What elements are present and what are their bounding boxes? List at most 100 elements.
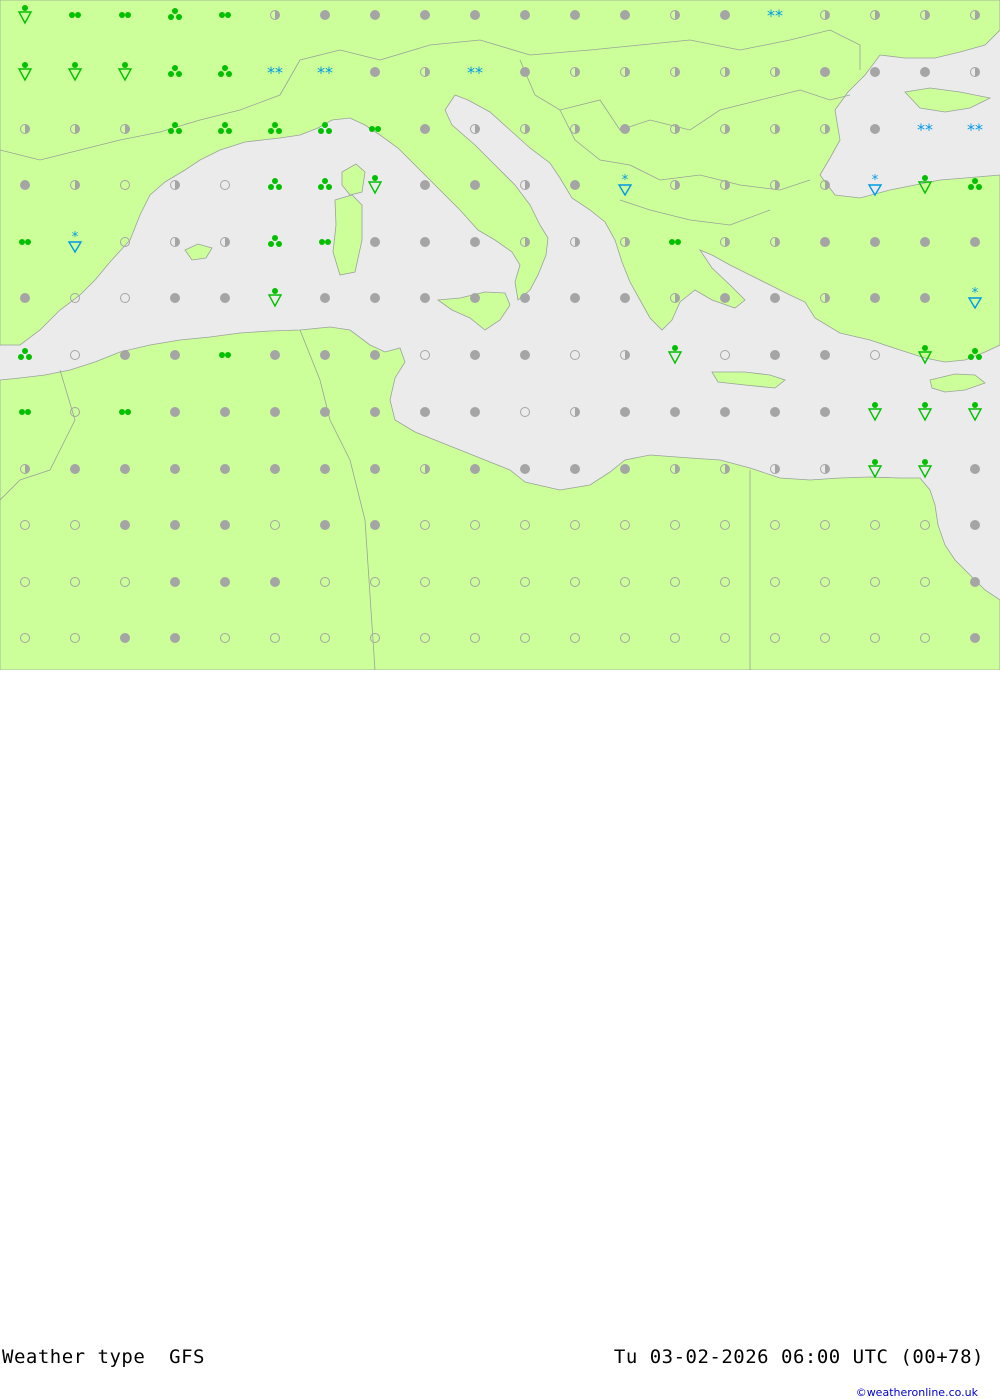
weather-symbol-cloudy (170, 633, 180, 643)
weather-symbol-cloudy (420, 10, 430, 20)
weather-symbol-cloudy (570, 10, 580, 20)
weather-symbol-cloudy (970, 633, 980, 643)
weather-symbol-cloudy (470, 293, 480, 303)
weather-symbol-cloudy (820, 407, 830, 417)
weather-symbol-cloudy (320, 293, 330, 303)
weather-symbol-cloudy (770, 350, 780, 360)
weather-symbol-cloudy (70, 464, 80, 474)
weather-symbol-cloudy (370, 407, 380, 417)
weather-symbol-cloudy (170, 293, 180, 303)
weather-symbol-cloudy (820, 350, 830, 360)
weather-symbol-cloudy (970, 520, 980, 530)
weather-symbol-cloudy (970, 464, 980, 474)
weather-symbol-cloudy (870, 237, 880, 247)
weather-symbol-snow: ** (467, 63, 483, 82)
weather-symbol-cloudy (170, 350, 180, 360)
weather-symbol-cloudy (520, 67, 530, 77)
weather-symbol-cloudy (370, 237, 380, 247)
svg-text:*: * (622, 173, 629, 188)
weather-symbol-cloudy (920, 67, 930, 77)
weather-symbol-cloudy (220, 407, 230, 417)
weather-symbol-cloudy (370, 350, 380, 360)
weather-symbol-cloudy (770, 407, 780, 417)
weather-symbol-snow: ** (267, 63, 283, 82)
weather-symbol-cloudy (970, 577, 980, 587)
weather-symbol-cloudy (520, 464, 530, 474)
weather-symbol-cloudy (570, 293, 580, 303)
weather-symbol-cloudy (120, 633, 130, 643)
svg-text:*: * (872, 173, 879, 188)
weather-symbol-snow: ** (967, 120, 983, 139)
weather-symbol-cloudy (270, 407, 280, 417)
weather-symbol-cloudy (470, 10, 480, 20)
weather-symbol-cloudy (420, 293, 430, 303)
weather-symbol-cloudy (220, 577, 230, 587)
weather-symbol-cloudy (20, 180, 30, 190)
weather-symbol-cloudy (170, 520, 180, 530)
svg-text:*: * (972, 286, 979, 301)
svg-text:**: ** (467, 63, 483, 82)
weather-symbol-cloudy (720, 293, 730, 303)
weather-symbol-cloudy (170, 577, 180, 587)
weather-symbol-cloudy (370, 293, 380, 303)
weather-symbol-cloudy (420, 407, 430, 417)
weather-symbol-cloudy (620, 10, 630, 20)
weather-symbol-cloudy (520, 350, 530, 360)
svg-text:**: ** (267, 63, 283, 82)
weather-symbol-cloudy (920, 237, 930, 247)
weather-symbol-cloudy (820, 67, 830, 77)
weather-symbol-cloudy (470, 237, 480, 247)
valid-time: Tu 03-02-2026 06:00 UTC (00+78) (613, 1346, 984, 1368)
svg-text:**: ** (967, 120, 983, 139)
svg-text:**: ** (317, 63, 333, 82)
weather-symbol-cloudy (820, 237, 830, 247)
weather-symbol-cloudy (620, 407, 630, 417)
weather-symbol-cloudy (370, 10, 380, 20)
weather-symbol-cloudy (420, 237, 430, 247)
weather-symbol-cloudy (520, 293, 530, 303)
weather-symbol-cloudy (570, 464, 580, 474)
weather-symbol-cloudy (220, 293, 230, 303)
svg-text:**: ** (917, 120, 933, 139)
weather-symbol-cloudy (870, 124, 880, 134)
weather-symbol-cloudy (120, 520, 130, 530)
weather-symbol-cloudy (320, 350, 330, 360)
map-footer: Weather type GFS Tu 03-02-2026 06:00 UTC… (0, 670, 1000, 1399)
weather-symbol-cloudy (120, 464, 130, 474)
svg-text:*: * (72, 230, 79, 245)
weather-symbol-cloudy (470, 407, 480, 417)
weather-symbol-cloudy (670, 407, 680, 417)
svg-text:**: ** (767, 6, 783, 25)
weather-symbol-cloudy (620, 293, 630, 303)
weather-symbol-cloudy (320, 520, 330, 530)
weather-symbol-cloudy (170, 464, 180, 474)
weather-symbol-cloudy (370, 464, 380, 474)
weather-symbol-cloudy (420, 180, 430, 190)
weather-symbol-cloudy (720, 407, 730, 417)
weather-symbol-cloudy (520, 10, 530, 20)
site-credit[interactable]: ©weatheronline.co.uk (856, 1386, 978, 1399)
weather-symbol-cloudy (120, 350, 130, 360)
weather-symbol-cloudy (270, 350, 280, 360)
weather-symbol-cloudy (920, 293, 930, 303)
weather-symbol-cloudy (320, 10, 330, 20)
weather-symbol-cloudy (620, 124, 630, 134)
weather-symbol-cloudy (420, 124, 430, 134)
weather-symbol-cloudy (470, 350, 480, 360)
weather-symbol-snow: ** (917, 120, 933, 139)
weather-symbol-cloudy (370, 67, 380, 77)
weather-symbol-cloudy (270, 577, 280, 587)
weather-symbol-cloudy (470, 180, 480, 190)
weather-symbol-cloudy (320, 407, 330, 417)
weather-symbol-cloudy (870, 67, 880, 77)
weather-symbol-cloudy (770, 293, 780, 303)
weather-symbol-cloudy (870, 293, 880, 303)
weather-symbol-cloudy (270, 464, 280, 474)
weather-map: **** ** **** *** *** (0, 0, 1000, 670)
weather-symbol-snow: ** (767, 6, 783, 25)
weather-symbol-cloudy (620, 464, 630, 474)
weather-symbol-cloudy (970, 237, 980, 247)
weather-symbol-cloudy (470, 464, 480, 474)
weather-symbol-cloudy (370, 520, 380, 530)
weather-symbol-cloudy (320, 464, 330, 474)
